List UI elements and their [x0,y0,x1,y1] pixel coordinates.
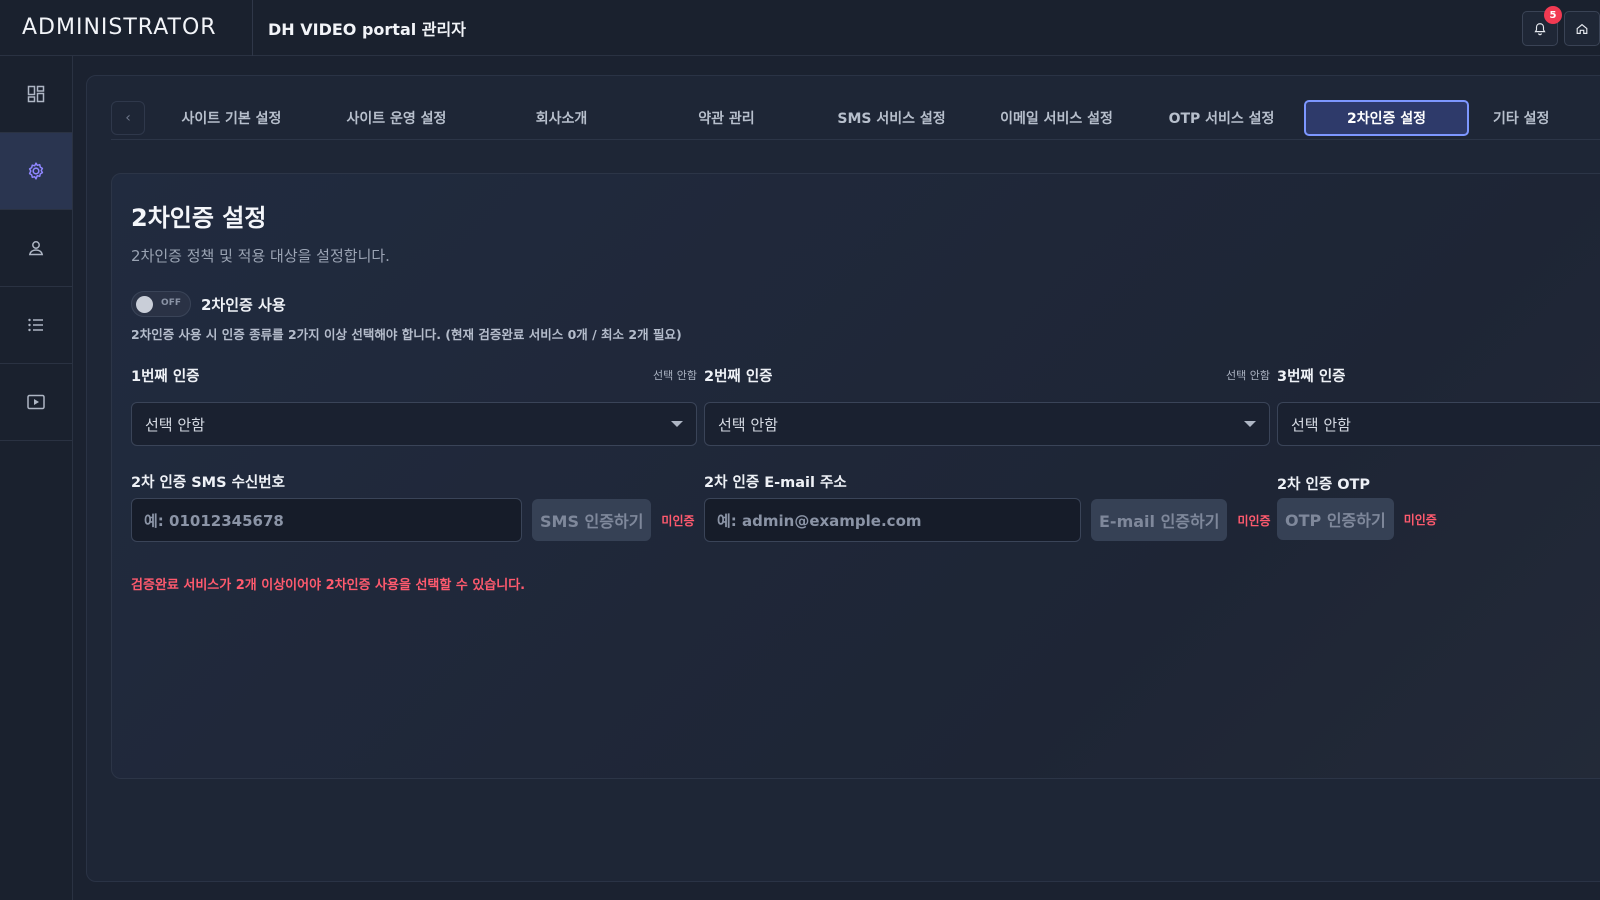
auth1-current: 선택 안함 [653,369,697,382]
sidebar-item-users[interactable] [0,210,72,287]
home-button[interactable] [1564,11,1600,46]
auth1-group: 1번째 인증 선택 안함 선택 안함 [131,364,697,446]
header-actions: 5 [1522,6,1600,46]
auth2-group: 2번째 인증 선택 안함 선택 안함 [704,364,1270,446]
tab-email-service[interactable]: 이메일 서비스 설정 [974,100,1139,136]
toggle-knob [136,296,153,313]
sms-row: 예: 01012345678 SMS 인증하기 미인증 [131,498,695,542]
auth2-select-value: 선택 안함 [718,415,778,434]
sms-number-input[interactable]: 예: 01012345678 [131,498,522,542]
tab-site-operation[interactable]: 사이트 운영 설정 [314,100,479,136]
chevron-left-icon: ‹ [125,109,131,126]
two-factor-card: 2차인증 설정 2차인증 정책 및 적용 대상을 설정합니다. OFF 2차인증… [111,173,1600,779]
validation-error: 검증완료 서비스가 2개 이상이어야 2차인증 사용을 선택할 수 있습니다. [131,578,526,593]
tab-otp-service[interactable]: OTP 서비스 설정 [1139,100,1304,136]
dashboard-icon [27,85,45,103]
email-input[interactable]: 예: admin@example.com [704,498,1081,542]
notification-button[interactable]: 5 [1522,6,1562,46]
top-header: ADMINISTRATOR DH VIDEO portal 관리자 5 [0,0,1600,56]
auth1-select-value: 선택 안함 [145,415,205,434]
auth2-current: 선택 안함 [1226,369,1270,382]
auth1-title: 1번째 인증 [131,368,200,385]
main-panel: ‹ 사이트 기본 설정 사이트 운영 설정 회사소개 약관 관리 SMS 서비스… [86,75,1600,882]
sidebar-item-list[interactable] [0,287,72,364]
gear-icon [28,162,44,180]
sidebar-item-settings[interactable] [0,133,72,210]
tab-site-basic[interactable]: 사이트 기본 설정 [149,100,314,136]
sms-label: 2차 인증 SMS 수신번호 [131,475,285,491]
user-icon [28,241,44,256]
bell-icon [1534,22,1546,35]
email-status: 미인증 [1237,513,1271,528]
email-label: 2차 인증 E-mail 주소 [704,475,847,491]
toggle-state: OFF [161,298,181,308]
two-factor-toggle[interactable]: OFF [131,291,191,317]
otp-row: OTP 인증하기 미인증 [1277,498,1437,540]
auth3-group: 3번째 인증 선택 안함 [1277,364,1600,446]
auth1-select[interactable]: 선택 안함 [131,402,697,446]
tab-sms-service[interactable]: SMS 서비스 설정 [809,100,974,136]
otp-verify-button[interactable]: OTP 인증하기 [1277,498,1394,540]
caret-down-icon [671,421,683,427]
page-description: 2차인증 정책 및 적용 대상을 설정합니다. [131,247,390,265]
auth3-title: 3번째 인증 [1277,368,1346,385]
otp-status: 미인증 [1403,512,1437,527]
toggle-label: 2차인증 사용 [201,295,286,314]
otp-label: 2차 인증 OTP [1277,477,1371,493]
sms-status: 미인증 [661,513,695,528]
tab-terms[interactable]: 약관 관리 [644,100,809,136]
tab-company-intro[interactable]: 회사소개 [479,100,644,136]
notification-badge: 5 [1544,6,1562,24]
list-icon [28,318,43,332]
tab-two-factor[interactable]: 2차인증 설정 [1304,99,1469,136]
brand-logo: ADMINISTRATOR [0,0,253,56]
two-factor-toggle-row: OFF 2차인증 사용 [131,291,286,317]
auth2-title: 2번째 인증 [704,368,773,385]
home-icon [1576,23,1588,34]
sidebar [0,56,73,900]
email-verify-button[interactable]: E-mail 인증하기 [1091,499,1228,541]
auth3-select-value: 선택 안함 [1291,415,1351,434]
sms-verify-button[interactable]: SMS 인증하기 [532,499,652,541]
tab-scroll-left-button[interactable]: ‹ [111,100,145,135]
page-title: 2차인증 설정 [131,204,267,232]
sidebar-item-videos[interactable] [0,364,72,441]
email-row: 예: admin@example.com E-mail 인증하기 미인증 [704,498,1271,542]
auth3-select[interactable]: 선택 안함 [1277,402,1600,446]
video-icon [27,394,45,410]
tab-etc[interactable]: 기타 설정 [1469,100,1561,136]
settings-tabs: ‹ 사이트 기본 설정 사이트 운영 설정 회사소개 약관 관리 SMS 서비스… [111,96,1600,140]
auth2-select[interactable]: 선택 안함 [704,402,1270,446]
portal-title: DH VIDEO portal 관리자 [268,19,466,39]
toggle-hint: 2차인증 사용 시 인증 종류를 2가지 이상 선택해야 합니다. (현재 검증… [131,327,682,342]
sidebar-item-dashboard[interactable] [0,56,72,133]
caret-down-icon [1244,421,1256,427]
